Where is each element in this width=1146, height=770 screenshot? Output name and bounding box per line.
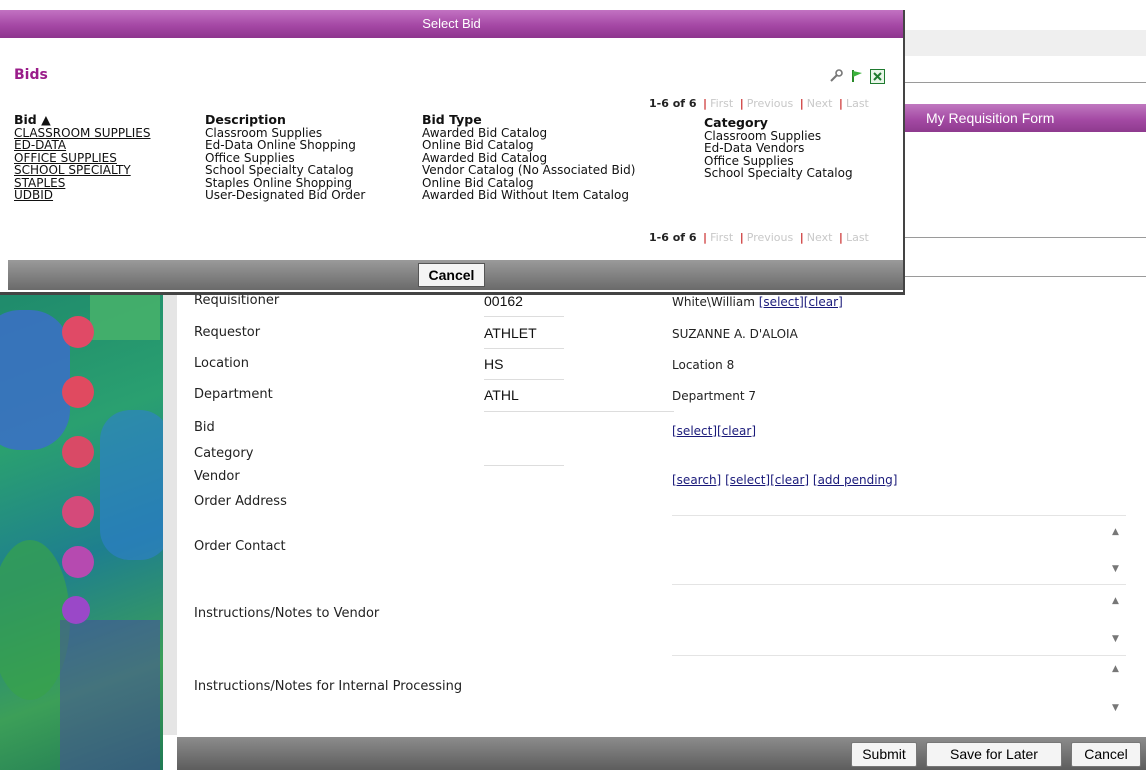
scroll-down-icon[interactable]: ▼	[1112, 703, 1119, 713]
wrench-icon[interactable]	[828, 69, 843, 84]
order-contact-label: Order Contact	[194, 539, 286, 554]
scroll-down-icon[interactable]: ▼	[1112, 564, 1119, 574]
bid-row-link[interactable]: UDBID	[14, 189, 150, 202]
department-code: ATHL	[484, 387, 519, 403]
pager-previous[interactable]: Previous	[747, 97, 794, 110]
dialog-title: Select Bid	[0, 10, 903, 38]
pager-count: 1-6 of 6	[649, 231, 697, 244]
requisitioner-code: 00162	[484, 293, 523, 309]
location-code: HS	[484, 356, 504, 372]
requisitioner-select-link[interactable]: [select]	[759, 295, 804, 309]
requisition-form-title: My Requisition Form	[898, 104, 1146, 132]
form-cancel-button[interactable]: Cancel	[1071, 742, 1141, 767]
requisitioner-name: White\William	[672, 295, 755, 309]
description-cell: Ed-Data Online Shopping	[205, 138, 356, 152]
code-underline	[484, 316, 564, 317]
bid-clear-link[interactable]: [clear]	[717, 424, 756, 438]
bid-type-column: Bid Type Awarded Bid Catalog Online Bid …	[422, 113, 636, 202]
scroll-up-icon[interactable]: ▲	[1112, 596, 1119, 606]
order-address-field[interactable]	[672, 515, 1126, 516]
bid-select-link[interactable]: [select]	[672, 424, 717, 438]
requestor-value: SUZANNE A. D'ALOIA	[672, 327, 798, 341]
save-for-later-button[interactable]: Save for Later	[926, 742, 1062, 767]
category-column: Category Classroom Supplies Ed-Data Vend…	[704, 116, 853, 180]
category-column-header[interactable]: Category	[704, 116, 853, 130]
requisitioner-label: Requisitioner	[194, 293, 280, 308]
bid-type-cell: Awarded Bid Without Item Catalog	[422, 188, 629, 202]
divider	[905, 82, 1146, 83]
bid-links: [select][clear]	[672, 424, 756, 438]
toolbar-icons	[828, 67, 885, 85]
vendor-add-pending-link[interactable]: [add pending]	[813, 473, 898, 487]
category-label: Category	[194, 446, 254, 461]
vendor-label: Vendor	[194, 469, 240, 484]
submit-button[interactable]: Submit	[851, 742, 917, 767]
requisitioner-clear-link[interactable]: [clear]	[804, 295, 843, 309]
vendor-links: [search] [select][clear] [add pending]	[672, 473, 897, 487]
pager-bottom: 1-6 of 6 | First | Previous | Next | Last	[649, 231, 869, 244]
divider	[905, 276, 1146, 277]
bid-type-cell: Vendor Catalog (No Associated Bid)	[422, 163, 636, 177]
requestor-label: Requestor	[194, 325, 261, 340]
category-cell: Ed-Data Vendors	[704, 141, 805, 155]
pager-first[interactable]: First	[710, 231, 733, 244]
code-underline	[484, 411, 674, 412]
description-cell: User-Designated Bid Order	[205, 188, 366, 202]
description-column: Description Classroom Supplies Ed-Data O…	[205, 113, 366, 202]
requestor-code: ATHLET	[484, 325, 537, 341]
requisitioner-value: White\William [select][clear]	[672, 295, 843, 309]
select-bid-dialog: Select Bid Bids 1-6 of 6 | First | Previou…	[0, 10, 905, 295]
bid-type-cell: Online Bid Catalog	[422, 138, 534, 152]
vendor-clear-link[interactable]: [clear]	[770, 473, 809, 487]
vendor-search-link[interactable]: [search]	[672, 473, 721, 487]
code-underline	[484, 465, 564, 466]
pager-count: 1-6 of 6	[649, 97, 697, 110]
vendor-select-link[interactable]: [select]	[725, 473, 770, 487]
bid-column: Bid ▲ CLASSROOM SUPPLIES ED-DATA OFFICE …	[14, 113, 150, 202]
scroll-down-icon[interactable]: ▼	[1112, 634, 1119, 644]
requisition-form	[163, 290, 1146, 735]
order-address-label: Order Address	[194, 494, 287, 509]
bid-column-header[interactable]: Bid ▲	[14, 113, 150, 127]
pager-previous[interactable]: Previous	[747, 231, 794, 244]
bids-heading: Bids	[14, 67, 48, 83]
bid-type-column-header[interactable]: Bid Type	[422, 113, 635, 127]
excel-icon[interactable]	[870, 68, 885, 84]
code-underline	[484, 379, 564, 380]
decorative-side-graphic	[0, 290, 163, 770]
divider	[905, 237, 1146, 238]
location-label: Location	[194, 356, 249, 371]
code-underline	[484, 348, 564, 349]
bid-label: Bid	[194, 420, 215, 435]
pager-last[interactable]: Last	[846, 231, 869, 244]
department-label: Department	[194, 387, 273, 402]
pager-top: 1-6 of 6 | First | Previous | Next | Last	[649, 97, 869, 110]
description-cell: School Specialty Catalog	[205, 163, 354, 177]
description-column-header[interactable]: Description	[205, 113, 365, 127]
bid-row-link[interactable]: SCHOOL SPECIALTY	[14, 164, 150, 177]
location-value: Location 8	[672, 358, 735, 372]
notes-vendor-field[interactable]	[672, 655, 1126, 656]
notes-vendor-label: Instructions/Notes to Vendor	[194, 606, 380, 621]
order-contact-field[interactable]	[672, 584, 1126, 585]
bid-row-link[interactable]: ED-DATA	[14, 139, 150, 152]
dialog-cancel-button[interactable]: Cancel	[418, 263, 485, 287]
scroll-up-icon[interactable]: ▲	[1112, 527, 1119, 537]
scroll-up-icon[interactable]: ▲	[1112, 664, 1119, 674]
pager-last[interactable]: Last	[846, 97, 869, 110]
green-flag-icon[interactable]	[849, 69, 864, 84]
pager-next[interactable]: Next	[807, 97, 833, 110]
pager-next[interactable]: Next	[807, 231, 833, 244]
notes-internal-label: Instructions/Notes for Internal Processi…	[194, 679, 463, 694]
category-cell: School Specialty Catalog	[704, 166, 853, 180]
department-value: Department 7	[672, 389, 757, 403]
pager-first[interactable]: First	[710, 97, 733, 110]
